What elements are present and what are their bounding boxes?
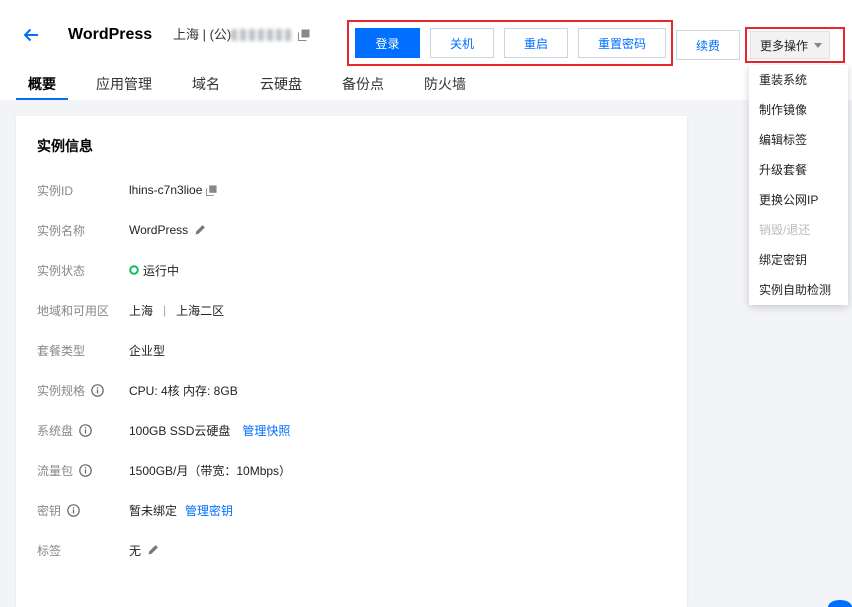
spec-label: 实例规格 (37, 383, 86, 398)
tab-cloud-disks[interactable]: 云硬盘 (248, 70, 314, 100)
page-header: WordPress 上海 | (公) 登录 关机 重启 重置密码 续费 更多操作… (0, 0, 852, 100)
region-ip-text: 上海 | (公) (173, 27, 232, 42)
row-key: 密钥 暂未绑定 管理密钥 (37, 490, 666, 530)
info-icon[interactable] (91, 383, 104, 397)
renew-button[interactable]: 续费 (676, 30, 740, 60)
system-disk-label: 系统盘 (37, 423, 74, 438)
row-label: 实例状态 (37, 263, 86, 278)
row-value: 100GB SSD云硬盘 管理快照 (129, 422, 290, 439)
menu-item-upgrade-plan[interactable]: 升级套餐 (749, 155, 848, 185)
row-label: 实例规格 (37, 382, 129, 399)
tab-backups[interactable]: 备份点 (330, 70, 396, 100)
row-label: 实例ID (37, 183, 74, 198)
row-value: 无 (129, 542, 159, 559)
key-value: 暂未绑定 (129, 503, 178, 518)
menu-item-self-check[interactable]: 实例自助检测 (749, 275, 848, 305)
login-button[interactable]: 登录 (355, 28, 420, 58)
back-arrow-icon[interactable] (22, 26, 40, 44)
redacted-ip (231, 29, 293, 41)
row-value: lhins-c7n3lioe (129, 183, 217, 197)
row-instance-spec: 实例规格 CPU: 4核 内存: 8GB (37, 370, 666, 410)
tab-app-management[interactable]: 应用管理 (84, 70, 164, 100)
row-label: 套餐类型 (37, 343, 86, 358)
caret-down-icon (814, 42, 823, 48)
row-value: 暂未绑定 管理密钥 (129, 502, 233, 519)
more-actions-label: 更多操作 (760, 38, 809, 53)
menu-item-reinstall-system[interactable]: 重装系统 (749, 65, 848, 95)
system-disk-value: 100GB SSD云硬盘 (129, 423, 231, 438)
instance-info-card: 实例信息 实例ID lhins-c7n3lioe 实例名称 WordPress … (16, 116, 687, 607)
pencil-icon[interactable] (147, 544, 159, 556)
traffic-value: 1500GB/月（带宽：10Mbps） (129, 463, 292, 478)
region-separator: | (163, 303, 167, 317)
row-value: 运行中 (129, 262, 179, 279)
tags-value: 无 (129, 543, 142, 558)
row-value: WordPress (129, 223, 206, 237)
more-actions-highlight-box: 更多操作 (745, 27, 845, 63)
lighthouse-instance-page: WordPress 上海 | (公) 登录 关机 重启 重置密码 续费 更多操作… (0, 0, 852, 607)
row-plan-type: 套餐类型 企业型 (37, 330, 666, 370)
floating-help-button[interactable] (828, 600, 852, 607)
menu-item-edit-tags[interactable]: 编辑标签 (749, 125, 848, 155)
menu-item-bind-key[interactable]: 绑定密钥 (749, 245, 848, 275)
tab-overview[interactable]: 概要 (16, 70, 68, 100)
manage-keys-link[interactable]: 管理密钥 (185, 502, 233, 519)
info-icon[interactable] (67, 503, 80, 517)
row-instance-id: 实例ID lhins-c7n3lioe (37, 170, 666, 210)
plan-type-value: 企业型 (129, 343, 166, 358)
row-instance-name: 实例名称 WordPress (37, 210, 666, 250)
tab-firewall[interactable]: 防火墙 (412, 70, 478, 100)
row-value: 企业型 (129, 342, 165, 359)
row-label: 标签 (37, 543, 62, 558)
more-actions-button[interactable]: 更多操作 (750, 31, 830, 59)
spec-value: CPU: 4核 内存: 8GB (129, 383, 238, 398)
more-actions-menu: 重装系统 制作镜像 编辑标签 升级套餐 更换公网IP 销毁/退还 绑定密钥 实例… (749, 65, 848, 305)
info-icon[interactable] (79, 463, 92, 477)
row-label: 地域和可用区 (37, 303, 110, 318)
manage-snapshots-link[interactable]: 管理快照 (242, 422, 290, 439)
restart-button[interactable]: 重启 (504, 28, 568, 58)
row-label: 系统盘 (37, 422, 129, 439)
menu-item-destroy-return: 销毁/退还 (759, 223, 811, 237)
copy-icon[interactable] (206, 184, 217, 196)
shutdown-button[interactable]: 关机 (430, 28, 494, 58)
row-traffic-package: 流量包 1500GB/月（带宽：10Mbps） (37, 450, 666, 490)
instance-title: WordPress (68, 26, 153, 43)
traffic-label: 流量包 (37, 463, 74, 478)
row-system-disk: 系统盘 100GB SSD云硬盘 管理快照 (37, 410, 666, 450)
info-icon[interactable] (79, 423, 92, 437)
instance-name-value: WordPress (129, 223, 189, 237)
tab-bar: 概要 应用管理 域名 云硬盘 备份点 防火墙 (16, 70, 478, 100)
row-region-zone: 地域和可用区 上海 | 上海二区 (37, 290, 666, 330)
primary-actions-highlight-box: 登录 关机 重启 重置密码 (347, 20, 673, 66)
row-value: 上海 | 上海二区 (129, 302, 224, 319)
row-label: 流量包 (37, 462, 129, 479)
card-title: 实例信息 (37, 138, 93, 154)
zone-value: 上海二区 (176, 303, 225, 318)
row-value: 1500GB/月（带宽：10Mbps） (129, 462, 291, 479)
menu-item-change-public-ip[interactable]: 更换公网IP (749, 185, 848, 215)
row-label: 密钥 (37, 502, 129, 519)
status-running-icon (129, 265, 139, 275)
instance-id-value: lhins-c7n3lioe (129, 183, 203, 197)
copy-icon[interactable] (298, 29, 310, 41)
row-label: 实例名称 (37, 223, 86, 238)
tab-domains[interactable]: 域名 (180, 70, 232, 100)
pencil-icon[interactable] (194, 224, 206, 236)
menu-item-create-image[interactable]: 制作镜像 (749, 95, 848, 125)
row-tags: 标签 无 (37, 530, 666, 570)
region-value: 上海 (129, 303, 154, 318)
row-instance-status: 实例状态 运行中 (37, 250, 666, 290)
reset-password-button[interactable]: 重置密码 (578, 28, 666, 58)
row-value: CPU: 4核 内存: 8GB (129, 382, 238, 399)
status-value: 运行中 (143, 263, 180, 278)
key-label: 密钥 (37, 503, 62, 518)
